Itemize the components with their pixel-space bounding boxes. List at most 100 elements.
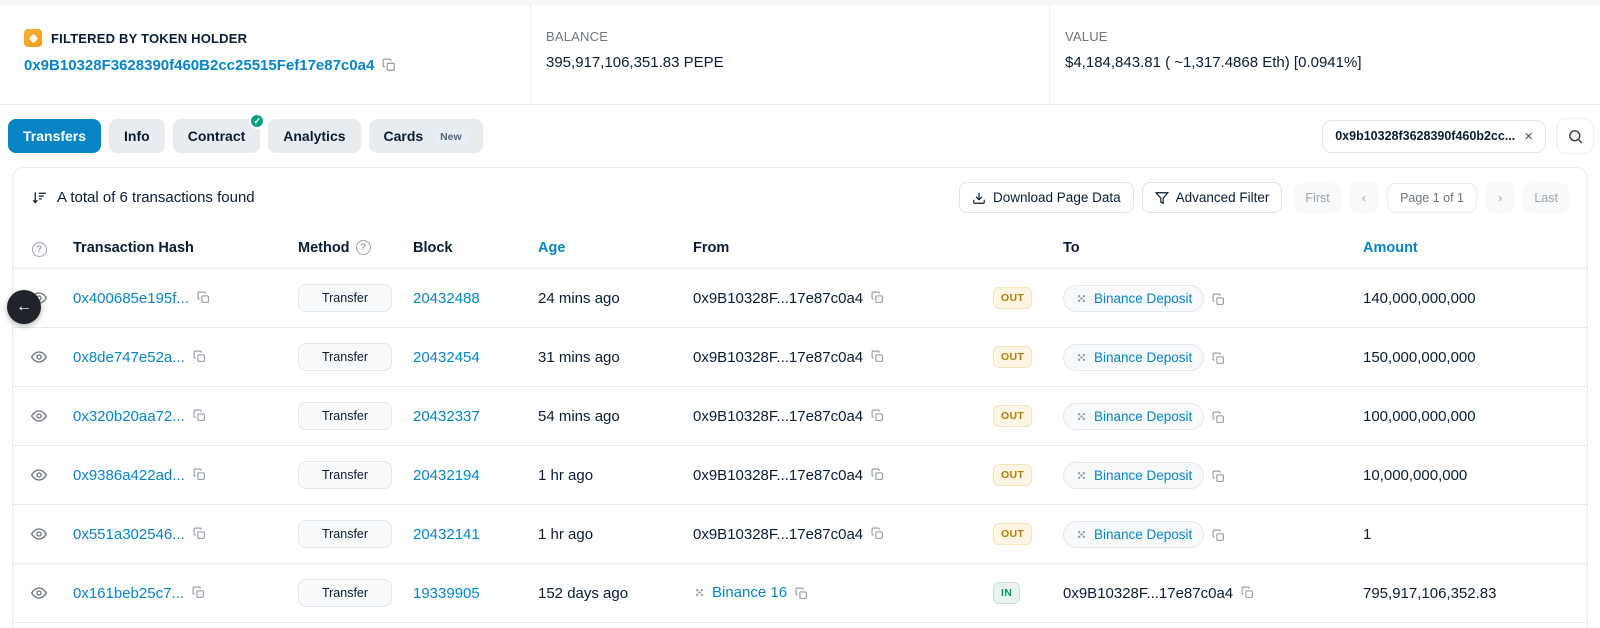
advanced-filter-button[interactable]: Advanced Filter [1142,182,1283,213]
advanced-filter-label: Advanced Filter [1176,190,1270,205]
block-link[interactable]: 20432337 [413,408,480,425]
table-row: 0x161beb25c7... Transfer 19339905 152 days … [13,564,1587,623]
address-tag-label: Binance Deposit [1094,409,1192,424]
quick-view-button[interactable] [27,345,51,369]
address-filter-chip[interactable]: 0x9b10328f3628390f460b2cc... × [1322,120,1546,153]
download-page-data-button[interactable]: Download Page Data [959,182,1134,213]
tx-hash-link[interactable]: 0x161beb25c7... [73,585,184,602]
header-method-label: Method [298,240,350,256]
address-tag-chip[interactable]: Binance Deposit [1063,344,1204,371]
age-cell: 24 mins ago [530,269,685,328]
eye-icon [31,408,47,424]
address-tag-label: Binance Deposit [1094,291,1192,306]
copy-icon[interactable] [195,289,212,306]
copy-icon[interactable] [1210,468,1227,485]
tab-contract[interactable]: Contract ✓ [173,119,261,153]
copy-icon[interactable] [1210,350,1227,367]
direction-badge: OUT [993,346,1032,368]
pagination-last-button[interactable]: Last [1523,183,1569,213]
direction-cell: IN [985,564,1055,623]
tab-cards[interactable]: Cards New [369,119,483,153]
header-amount[interactable]: Amount [1355,227,1587,269]
quick-view-button[interactable] [27,522,51,546]
copy-icon[interactable] [191,466,208,483]
quick-view-button[interactable] [27,463,51,487]
help-icon[interactable]: ? [32,242,47,257]
copy-icon[interactable] [1239,584,1256,601]
copy-icon[interactable] [869,348,886,365]
address-tag-chip[interactable]: Binance Deposit [1063,462,1204,489]
copy-icon[interactable] [191,407,208,424]
age-cell: 152 days ago [530,564,685,623]
amount-cell: 1 [1355,505,1587,564]
block-link[interactable]: 20432194 [413,467,480,484]
block-link[interactable]: 20432488 [413,290,480,307]
close-icon[interactable]: × [1524,129,1533,144]
table-row: 0x320b20aa72...Transfer2043233754 mins a… [13,387,1587,446]
method-badge: Transfer [298,579,392,607]
from-cell: 0x9B10328F...17e87c0a4 [685,387,985,446]
tab-transfers[interactable]: Transfers [8,119,101,153]
age-cell: 1 hr ago [530,446,685,505]
tab-info[interactable]: Info [109,119,165,153]
copy-icon[interactable] [869,289,886,306]
block-link[interactable]: 19339905 [413,585,480,602]
copy-icon [795,587,808,600]
address-tag-link[interactable]: Binance 16 [693,584,787,601]
copy-icon[interactable] [380,56,398,74]
quick-view-button[interactable] [27,581,51,605]
tx-hash-link[interactable]: 0x8de747e52a... [73,349,185,366]
header-age[interactable]: Age [530,227,685,269]
transfers-table-body: 0x400685e195f... Transfer 20432488 24 mins … [13,269,1587,623]
direction-cell: OUT [985,446,1055,505]
eye-icon [31,526,47,542]
holder-address-link[interactable]: 0x9B10328F3628390f460B2cc25515Fef17e87c0… [24,57,374,74]
filter-label: FILTERED BY TOKEN HOLDER [51,31,247,46]
copy-icon[interactable] [190,584,207,601]
from-cell: 0x9B10328F...17e87c0a4 [685,446,985,505]
copy-icon[interactable] [869,466,886,483]
copy-icon [871,409,884,422]
tx-hash-link[interactable]: 0x320b20aa72... [73,408,185,425]
copy-icon[interactable] [1210,409,1227,426]
copy-icon [1212,293,1225,306]
help-icon[interactable]: ? [356,240,371,255]
to-cell: Binance Deposit [1055,328,1355,387]
copy-icon[interactable] [1210,527,1227,544]
search-button[interactable] [1556,118,1594,154]
tx-hash-link[interactable]: 0x551a302546... [73,526,185,543]
copy-icon[interactable] [793,585,810,602]
address-tag-chip[interactable]: Binance Deposit [1063,285,1204,312]
amount-cell: 140,000,000,000 [1355,269,1587,328]
pagination-first-button[interactable]: First [1294,183,1340,213]
sort-icon [31,189,48,206]
pagination-prev-button[interactable]: ‹ [1349,182,1379,213]
copy-icon[interactable] [1210,291,1227,308]
copy-icon[interactable] [191,348,208,365]
copy-icon[interactable] [869,407,886,424]
tab-analytics[interactable]: Analytics [268,119,360,153]
address-tag-chip[interactable]: Binance Deposit [1063,403,1204,430]
tx-hash-link[interactable]: 0x9386a422ad... [73,467,185,484]
copy-icon [871,350,884,363]
copy-icon [193,527,206,540]
tx-hash-link[interactable]: 0x400685e195f... [73,290,189,307]
quick-view-button[interactable] [27,404,51,428]
amount-cell: 150,000,000,000 [1355,328,1587,387]
scroll-back-button[interactable]: ← [7,290,41,324]
address-tag-chip[interactable]: Binance Deposit [1063,521,1204,548]
total-transactions-text: A total of 6 transactions found [57,189,255,206]
value-section: VALUE $4,184,843.81 ( ~1,317.4868 Eth) [… [1049,5,1600,104]
address-tag-label: Binance 16 [712,584,787,601]
binance-diamond-icon [1075,528,1088,541]
copy-icon[interactable] [869,525,886,542]
eye-icon [31,349,47,365]
age-cell: 54 mins ago [530,387,685,446]
address-tag-label: Binance Deposit [1094,527,1192,542]
copy-icon[interactable] [191,525,208,542]
block-link[interactable]: 20432454 [413,349,480,366]
tab-transfers-label: Transfers [23,128,86,144]
pagination-next-button[interactable]: › [1485,182,1515,213]
copy-icon [871,468,884,481]
block-link[interactable]: 20432141 [413,526,480,543]
